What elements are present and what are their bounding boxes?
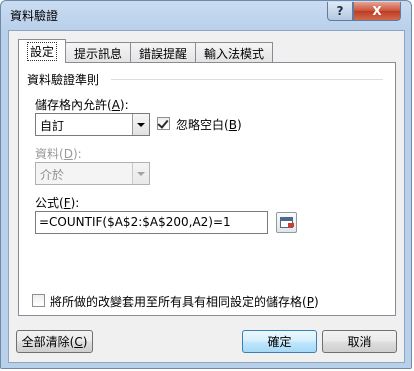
tab-settings[interactable]: 設定 [18,39,67,63]
validation-criteria-heading: 資料驗證準則 [27,73,100,87]
title-bar[interactable]: 資料驗證 ? X [1,1,411,31]
cancel-label: 取消 [347,335,372,349]
formula-label: 公式(F): [35,196,80,210]
cancel-button[interactable]: 取消 [322,330,397,353]
close-icon: X [372,4,382,18]
close-button[interactable]: X [353,2,401,21]
tab-label: 輸入法模式 [204,46,265,61]
tab-error-alert[interactable]: 錯誤提醒 [131,42,197,63]
allow-select[interactable]: 自訂 [35,113,150,136]
tab-label: 提示訊息 [74,46,123,61]
dropdown-button [132,163,149,184]
allow-label: 儲存格內允許(A): [35,98,129,112]
tab-input-message[interactable]: 提示訊息 [66,42,132,63]
icon-arrow [288,223,294,227]
tab-ime-mode[interactable]: 輸入法模式 [196,42,274,63]
ignore-blank-checkbox[interactable] [157,117,170,130]
dropdown-button[interactable] [132,114,149,135]
data-select: 介於 [35,162,150,185]
ok-button[interactable]: 確定 [242,330,317,353]
apply-all-label[interactable]: 將所做的改變套用至所有具有相同設定的儲存格(P) [50,293,319,310]
chevron-down-icon [137,122,145,127]
clear-all-label: 全部清除(C) [21,335,88,349]
clear-all-button[interactable]: 全部清除(C) [16,330,93,353]
data-label: 資料(D): [35,147,82,161]
collapse-dialog-icon [280,217,294,228]
icon-band [281,218,292,221]
chevron-down-icon [137,171,145,176]
group-divider [111,79,383,80]
ignore-blank-label[interactable]: 忽略空白(B) [176,116,242,133]
help-icon: ? [336,4,344,18]
formula-input[interactable]: =COUNTIF($A$2:$A$200,A2)=1 [35,211,268,234]
ok-label: 確定 [267,335,292,349]
dialog-client-area: 設定 提示訊息 錯誤提醒 輸入法模式 資料驗證準則 儲存格內允許(A): 自訂 [8,30,405,363]
tab-label: 錯誤提醒 [139,46,188,61]
allow-select-value: 自訂 [40,119,65,133]
window-title: 資料驗證 [10,9,59,23]
range-select-button[interactable] [276,212,297,233]
tab-strip: 設定 提示訊息 錯誤提醒 輸入法模式 [18,39,274,63]
settings-panel: 資料驗證準則 儲存格內允許(A): 自訂 忽略空白(B) 資料(D): 介於 公… [18,62,396,316]
formula-value: =COUNTIF($A$2:$A$200,A2)=1 [39,215,231,229]
data-select-value: 介於 [40,168,65,182]
dialog-window: 資料驗證 ? X 設定 提示訊息 錯誤提醒 輸入法模式 資料驗證準則 儲存格內允… [0,0,412,369]
checkmark-icon [157,117,169,129]
tab-label: 設定 [27,42,58,61]
apply-all-checkbox[interactable] [32,294,45,307]
help-button[interactable]: ? [327,2,353,21]
